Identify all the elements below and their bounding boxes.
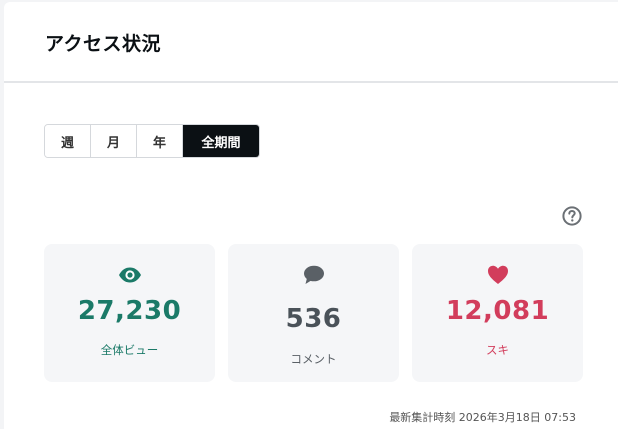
- tab-year[interactable]: 年: [137, 125, 183, 157]
- panel-header: アクセス状況: [4, 2, 618, 83]
- stat-cards: 27,230 全体ビュー 536 コメント 12,081 スキ: [44, 244, 583, 382]
- comments-count: 536: [285, 304, 342, 334]
- eye-icon: [118, 263, 142, 287]
- access-status-panel: アクセス状況 週 月 年 全期間 27,230 全体ビュー 536 コメント 1…: [4, 2, 618, 429]
- comments-label: コメント: [290, 352, 337, 366]
- page-title: アクセス状況: [45, 33, 162, 55]
- likes-count: 12,081: [445, 296, 550, 326]
- heart-icon: [486, 263, 510, 287]
- last-updated-timestamp: 最新集計時刻 2026年3月18日 07:53: [389, 411, 576, 424]
- likes-card: 12,081 スキ: [412, 244, 583, 382]
- comments-card: 536 コメント: [228, 244, 399, 382]
- views-count: 27,230: [77, 296, 182, 326]
- tab-month[interactable]: 月: [91, 125, 137, 157]
- speech-bubble-icon: [302, 263, 326, 287]
- period-tabs: 週 月 年 全期間: [44, 124, 260, 158]
- tab-all-time[interactable]: 全期間: [183, 125, 259, 157]
- views-card: 27,230 全体ビュー: [44, 244, 215, 382]
- likes-label: スキ: [486, 343, 509, 357]
- help-question-icon[interactable]: [562, 206, 582, 226]
- views-label: 全体ビュー: [100, 343, 159, 357]
- tab-week[interactable]: 週: [45, 125, 91, 157]
